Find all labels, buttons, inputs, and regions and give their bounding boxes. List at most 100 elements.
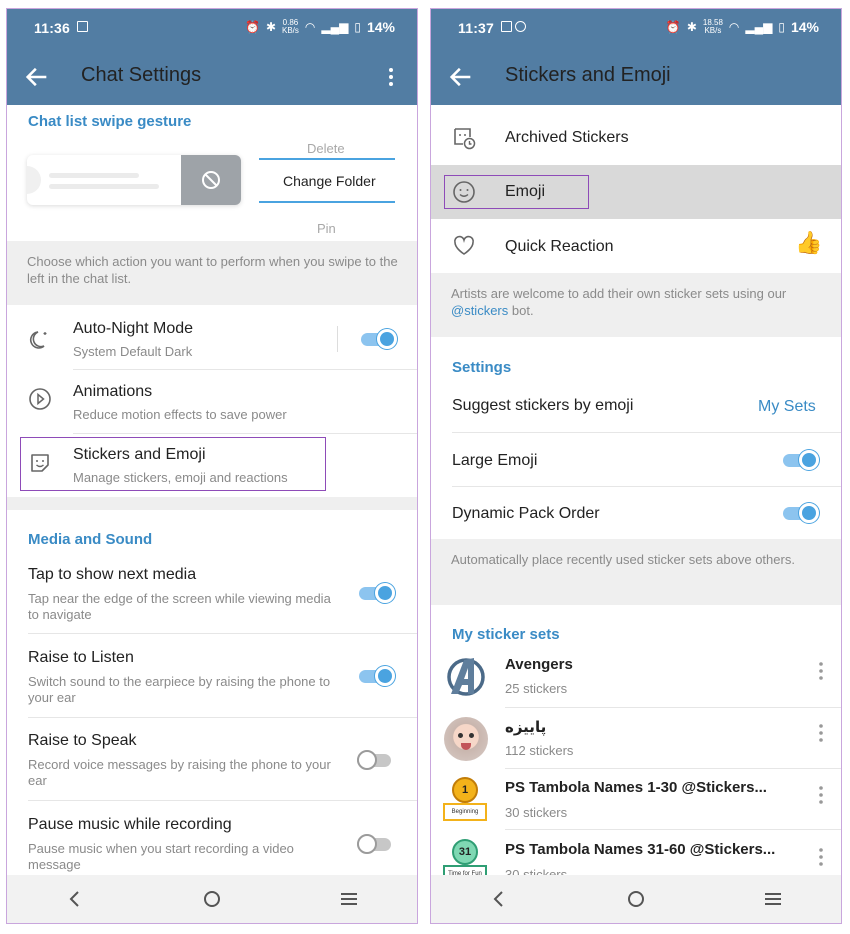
tap-next-media-toggle[interactable] [359, 583, 395, 603]
status-bar: 11:37 ⏰ ✱ 18.58 KB/s ◠ ▂▄▆ ▯ 14% [431, 9, 841, 49]
section-title-my-sets: My sticker sets [452, 626, 560, 643]
network-speed: 18.58 KB/s [702, 18, 723, 35]
avengers-logo-icon [447, 658, 485, 696]
row-title[interactable]: Suggest stickers by emoji [452, 397, 633, 415]
row-subtitle: Tap near the edge of the screen while vi… [28, 591, 331, 606]
play-circle-icon [29, 388, 51, 410]
row-title[interactable]: Pause music while recording [28, 816, 232, 834]
swipe-option-pin[interactable]: Pin [317, 221, 336, 236]
tambola-1-thumbnail: 1 Beginning [443, 777, 487, 823]
dynamic-pack-order-toggle[interactable] [783, 503, 819, 523]
page-title: Chat Settings [81, 64, 202, 86]
app-bar: Chat Settings [7, 49, 417, 105]
bluetooth-icon: ✱ [686, 20, 697, 34]
sticker-set-count: 30 stickers [505, 805, 568, 820]
raise-to-speak-toggle[interactable] [357, 750, 393, 770]
battery-icon: ▯ [778, 20, 785, 34]
emoji-highlight [444, 175, 589, 209]
sticker-set-count: 25 stickers [505, 681, 568, 696]
sticker-set-name[interactable]: پاییزه [505, 718, 546, 736]
back-arrow-icon[interactable] [447, 63, 475, 91]
large-emoji-toggle[interactable] [783, 450, 819, 470]
stickers-bot-link[interactable]: @stickers [451, 303, 508, 318]
row-subtitle: System Default Dark [73, 344, 193, 359]
nav-home-icon[interactable] [201, 888, 223, 910]
swipe-preview [27, 155, 241, 205]
bluetooth-icon: ✱ [265, 20, 276, 34]
stickers-emoji-highlight [20, 437, 326, 491]
sticker-set-name[interactable]: Avengers [505, 656, 573, 673]
baby-sticker-avatar [444, 717, 488, 761]
nav-home-icon[interactable] [625, 888, 647, 910]
more-vert-icon[interactable] [818, 847, 824, 867]
section-title-media: Media and Sound [28, 531, 153, 548]
auto-night-toggle[interactable] [361, 329, 397, 349]
battery-level: 14% [790, 19, 819, 35]
alarm-icon: ⏰ [665, 20, 681, 34]
notification-icon [77, 21, 88, 35]
more-vert-icon[interactable] [818, 661, 824, 681]
row-subtitle: ear [28, 773, 47, 788]
row-subtitle: Reduce motion effects to save power [73, 407, 287, 422]
signal-icon: ▂▄▆ [745, 20, 773, 34]
sticker-set-count: 112 stickers [505, 743, 574, 758]
more-vert-icon[interactable] [818, 723, 824, 743]
settings-list: Chat list swipe gesture Delete Change Fo… [7, 105, 417, 877]
back-arrow-icon[interactable] [23, 63, 51, 91]
row-subtitle: Pause music when you start recording a v… [28, 841, 294, 856]
row-title[interactable]: Raise to Listen [28, 649, 134, 667]
row-title[interactable]: Quick Reaction [505, 238, 614, 256]
network-speed: 0.86 KB/s [282, 18, 299, 35]
row-subtitle: Record voice messages by raising the pho… [28, 757, 331, 772]
row-title[interactable]: Auto-Night Mode [73, 320, 193, 338]
suggest-value[interactable]: My Sets [758, 398, 816, 416]
signal-icon: ▂▄▆ [321, 20, 349, 34]
status-time: 11:36 [34, 20, 71, 36]
more-vert-icon[interactable] [818, 785, 824, 805]
swipe-info: Choose which action you want to perform … [7, 241, 417, 305]
row-title[interactable]: Archived Stickers [505, 129, 629, 147]
row-title[interactable]: Dynamic Pack Order [452, 505, 600, 523]
pause-music-toggle[interactable] [357, 834, 393, 854]
nav-back-icon[interactable] [64, 888, 86, 910]
swipe-option-delete[interactable]: Delete [307, 141, 345, 156]
block-icon [202, 171, 220, 189]
archived-stickers-icon [454, 128, 476, 150]
tambola-31-thumbnail: 31 Time for Fun [443, 839, 487, 877]
wifi-icon: ◠ [304, 20, 316, 34]
nav-recents-icon[interactable] [338, 888, 360, 910]
wifi-icon: ◠ [728, 20, 740, 34]
section-title-settings: Settings [452, 359, 512, 376]
row-title[interactable]: Raise to Speak [28, 732, 137, 750]
pack-order-info: Automatically place recently used sticke… [431, 539, 841, 605]
more-vert-icon[interactable] [381, 65, 401, 89]
battery-level: 14% [366, 19, 395, 35]
swipe-option-change-folder[interactable]: Change Folder [283, 173, 376, 189]
app-bar: Stickers and Emoji [431, 49, 841, 105]
artists-info: Artists are welcome to add their own sti… [431, 273, 841, 337]
sticker-set-name[interactable]: PS Tambola Names 31-60 @Stickers... [505, 841, 775, 858]
raise-to-listen-toggle[interactable] [359, 666, 395, 686]
battery-icon: ▯ [354, 20, 361, 34]
nav-recents-icon[interactable] [762, 888, 784, 910]
row-title[interactable]: Large Emoji [452, 452, 537, 470]
row-title[interactable]: Animations [73, 383, 152, 401]
nav-back-icon[interactable] [488, 888, 510, 910]
row-subtitle: Switch sound to the earpiece by raising … [28, 674, 331, 689]
row-subtitle: to navigate [28, 607, 92, 622]
page-title: Stickers and Emoji [505, 64, 671, 86]
stickers-settings-list: Archived Stickers Emoji Quick Reaction 👍… [431, 105, 841, 877]
system-nav-bar [431, 875, 841, 923]
notification-icon [501, 21, 527, 35]
alarm-icon: ⏰ [244, 20, 260, 34]
thumbs-up-reaction[interactable]: 👍 [795, 230, 822, 256]
status-time: 11:37 [458, 20, 495, 36]
row-title[interactable]: Tap to show next media [28, 566, 196, 584]
chat-settings-screen: 11:36 ⏰ ✱ 0.86 KB/s ◠ ▂▄▆ ▯ 14% Chat Sett… [6, 8, 418, 924]
row-subtitle: message [28, 857, 81, 872]
sticker-set-name[interactable]: PS Tambola Names 1-30 @Stickers... [505, 779, 767, 796]
status-bar: 11:36 ⏰ ✱ 0.86 KB/s ◠ ▂▄▆ ▯ 14% [7, 9, 417, 49]
moon-icon [29, 331, 47, 349]
stickers-emoji-screen: 11:37 ⏰ ✱ 18.58 KB/s ◠ ▂▄▆ ▯ 14% Stickers… [430, 8, 842, 924]
section-title-swipe: Chat list swipe gesture [28, 113, 192, 130]
